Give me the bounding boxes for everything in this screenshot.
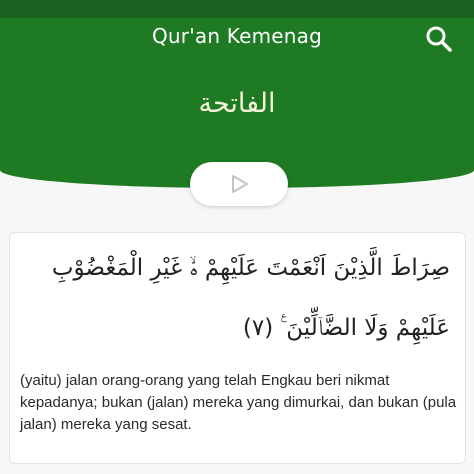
search-button[interactable] <box>424 24 454 54</box>
play-icon <box>232 175 248 193</box>
ayah-translation: (yaitu) jalan orang-orang yang telah Eng… <box>20 372 457 433</box>
app-header: Qur'an Kemenag الفاتحة <box>0 0 474 188</box>
ayah-arabic-text: صِرَاطَ الَّذِيْنَ اَنْعَمْتَ عَلَيْهِمْ… <box>51 255 450 341</box>
app-title: Qur'an Kemenag <box>151 24 323 48</box>
surah-title-arabic: الفاتحة <box>198 88 276 119</box>
play-button[interactable] <box>190 162 288 206</box>
search-icon <box>426 26 452 52</box>
status-bar <box>0 0 474 18</box>
